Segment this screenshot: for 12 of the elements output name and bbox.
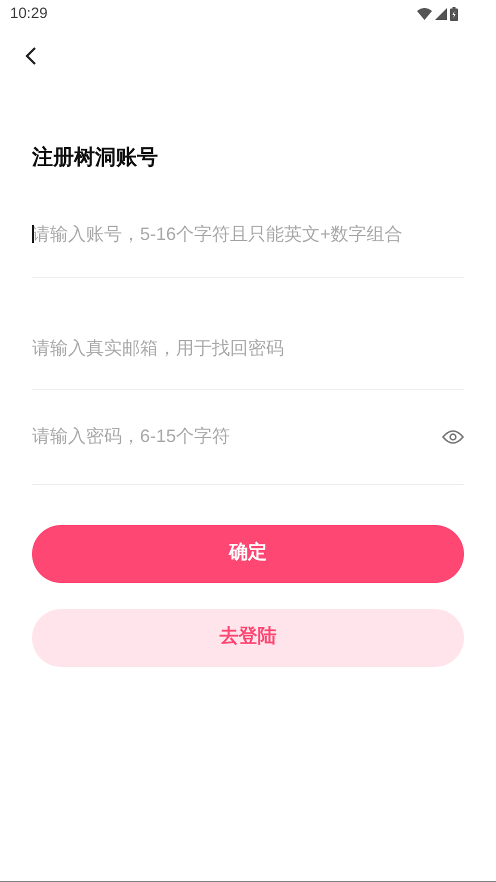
wifi-icon [417, 8, 432, 20]
eye-icon[interactable] [442, 430, 464, 444]
password-field[interactable]: 请输入密码，6-15个字符 [32, 423, 442, 450]
login-button[interactable]: 去登陆 [32, 608, 464, 666]
page-title: 注册树洞账号 [32, 144, 159, 171]
signal-icon [435, 8, 447, 20]
battery-icon [450, 7, 458, 21]
back-icon[interactable] [24, 46, 38, 66]
input-field[interactable]: 请输入账号，5-16个字符且只能英文+数字组合 [32, 220, 464, 248]
confirm-button[interactable]: 确定 [32, 524, 464, 582]
status-time: 10:29 [10, 4, 48, 24]
input-field[interactable]: 请输入真实邮箱，用于找回密码 [32, 334, 464, 362]
